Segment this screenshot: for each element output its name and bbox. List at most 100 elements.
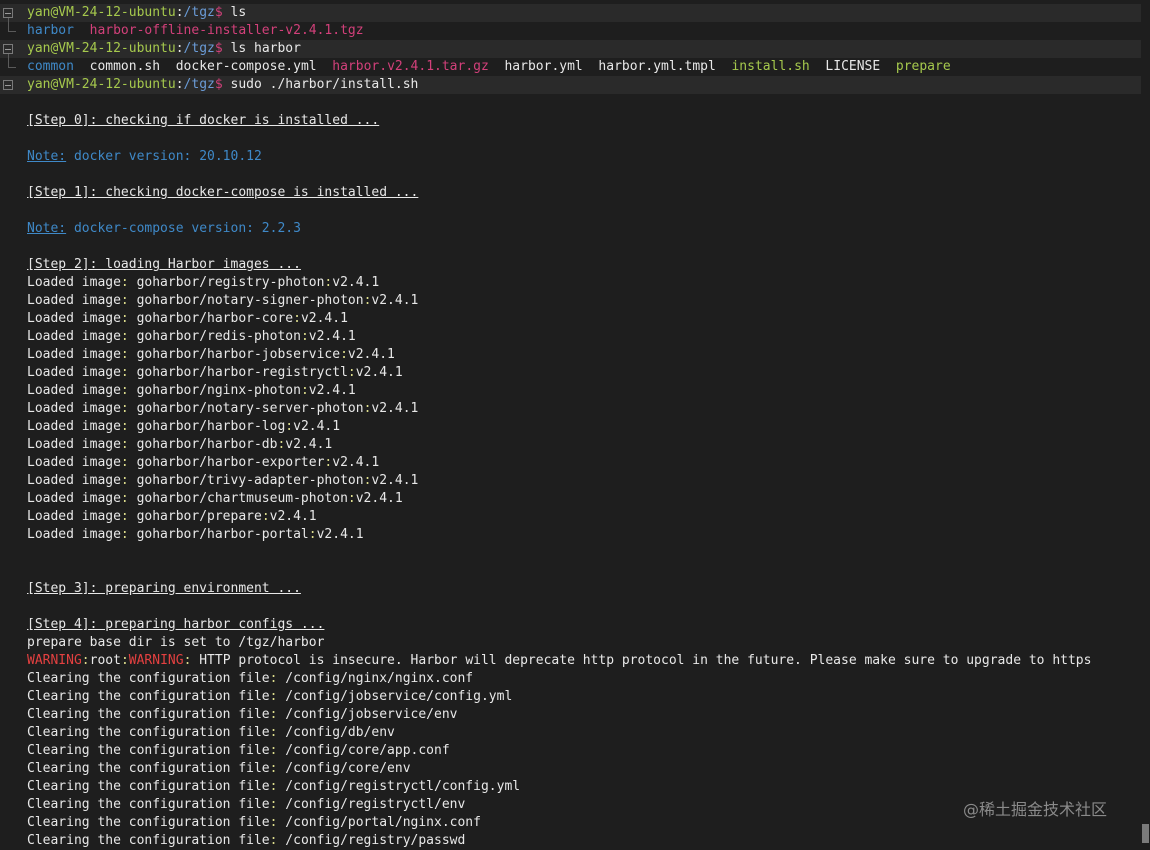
loaded-image-tag: v2.4.1 — [285, 437, 333, 452]
prompt-colon: : — [175, 77, 184, 92]
loaded-image-name: goharbor/notary-server-photon — [128, 401, 364, 416]
ls-output: common common.sh docker-compose.yml harb… — [27, 58, 951, 76]
loaded-image-line: Loaded image: goharbor/harbor-core:v2.4.… — [27, 310, 348, 328]
note-text: docker version: 20.10.12 — [66, 149, 262, 164]
loaded-image-tag: v2.4.1 — [371, 401, 419, 416]
loaded-image-tag: v2.4.1 — [308, 383, 356, 398]
warning-message: HTTP protocol is insecure. Harbor will d… — [191, 653, 1092, 668]
loaded-image-name: goharbor/registry-photon — [128, 275, 325, 290]
prompt-dollar: $ — [214, 5, 223, 20]
ls-entry: docker-compose.yml — [175, 59, 317, 74]
loaded-prefix: Loaded image — [27, 527, 121, 542]
loaded-image-line: Loaded image: goharbor/harbor-exporter:v… — [27, 454, 379, 472]
note-text: docker-compose version: 2.2.3 — [66, 221, 301, 236]
loaded-image-line: Loaded image: goharbor/notary-signer-pho… — [27, 292, 418, 310]
clearing-prefix: Clearing the configuration file — [27, 815, 270, 830]
loaded-image-tag: v2.4.1 — [269, 509, 317, 524]
loaded-sep: : — [120, 383, 129, 398]
loaded-sep: : — [347, 491, 356, 506]
loaded-image-name: goharbor/chartmuseum-photon — [128, 491, 348, 506]
ls-output: harbor harbor-offline-installer-v2.4.1.t… — [27, 22, 364, 40]
warning-level: WARNING — [128, 653, 184, 668]
loaded-image-tag: v2.4.1 — [308, 329, 356, 344]
prompt-user-host: yan@VM-24-12-ubuntu — [27, 77, 176, 92]
loaded-image-line: Loaded image: goharbor/trivy-adapter-pho… — [27, 472, 418, 490]
note-label: Note: — [27, 221, 67, 236]
loaded-prefix: Loaded image — [27, 437, 121, 452]
scrollbar-thumb[interactable] — [1142, 824, 1149, 843]
clearing-line: Clearing the configuration file: /config… — [27, 724, 395, 742]
prepare-base-line: prepare base dir is set to /tgz/harbor — [27, 634, 324, 652]
loaded-image-name: goharbor/harbor-db — [128, 437, 278, 452]
loaded-image-name: goharbor/trivy-adapter-photon — [128, 473, 364, 488]
loaded-image-line: Loaded image: goharbor/harbor-registryct… — [27, 364, 403, 382]
loaded-image-name: goharbor/notary-signer-photon — [128, 293, 364, 308]
clearing-line: Clearing the configuration file: /config… — [27, 742, 450, 760]
clearing-prefix: Clearing the configuration file — [27, 833, 270, 848]
loaded-sep: : — [120, 491, 129, 506]
ls-entry: harbor.v2.4.1.tar.gz — [332, 59, 489, 74]
loaded-sep: : — [120, 455, 129, 470]
loaded-image-name: goharbor/harbor-log — [128, 419, 286, 434]
loaded-sep: : — [300, 383, 309, 398]
fold-guide-end — [8, 67, 16, 68]
step-heading: [Step 0]: checking if docker is installe… — [27, 112, 379, 130]
fold-toggle-icon[interactable] — [3, 8, 13, 18]
loaded-sep: : — [120, 437, 129, 452]
loaded-prefix: Loaded image — [27, 311, 121, 326]
loaded-sep: : — [285, 419, 294, 434]
clearing-file: /config/jobservice/config.yml — [277, 689, 513, 704]
clearing-file: /config/jobservice/env — [277, 707, 458, 722]
loaded-prefix: Loaded image — [27, 293, 121, 308]
step-text: [Step 2]: loading Harbor images ... — [27, 257, 301, 272]
loaded-sep: : — [120, 347, 129, 362]
terminal-window[interactable]: yan@VM-24-12-ubuntu:/tgz$ ls harbor harbo… — [0, 0, 1150, 848]
fold-guide-end — [8, 31, 16, 32]
step-heading: [Step 2]: loading Harbor images ... — [27, 256, 301, 274]
loaded-prefix: Loaded image — [27, 401, 121, 416]
loaded-image-line: Loaded image: goharbor/nginx-photon:v2.4… — [27, 382, 356, 400]
fold-guide — [8, 18, 9, 32]
clearing-line: Clearing the configuration file: /config… — [27, 832, 465, 850]
watermark: @稀土掘金技术社区 — [963, 800, 1108, 819]
clearing-prefix: Clearing the configuration file — [27, 761, 270, 776]
step-text: [Step 1]: checking docker-compose is ins… — [27, 185, 419, 200]
fold-toggle-icon[interactable] — [3, 80, 13, 90]
note-line: Note: docker-compose version: 2.2.3 — [27, 220, 301, 238]
step-text: [Step 3]: preparing environment ... — [27, 581, 301, 596]
ls-entry: prepare — [895, 59, 951, 74]
clearing-prefix: Clearing the configuration file — [27, 725, 270, 740]
ls-entry: install.sh — [731, 59, 810, 74]
scrollbar-track[interactable] — [1141, 0, 1150, 843]
loaded-prefix: Loaded image — [27, 473, 121, 488]
clearing-prefix: Clearing the configuration file — [27, 671, 270, 686]
loaded-image-name: goharbor/redis-photon — [128, 329, 301, 344]
loaded-image-line: Loaded image: goharbor/prepare:v2.4.1 — [27, 508, 317, 526]
clearing-line: Clearing the configuration file: /config… — [27, 670, 473, 688]
ls-entry: harbor-offline-installer-v2.4.1.tgz — [89, 23, 364, 38]
loaded-sep: : — [120, 401, 129, 416]
fold-toggle-icon[interactable] — [3, 44, 13, 54]
loaded-image-tag: v2.4.1 — [355, 365, 403, 380]
loaded-image-name: goharbor/harbor-core — [128, 311, 294, 326]
warning-line: WARNING:root:WARNING: HTTP protocol is i… — [27, 652, 1091, 670]
warning-logger: root — [89, 653, 121, 668]
loaded-prefix: Loaded image — [27, 491, 121, 506]
step-heading: [Step 3]: preparing environment ... — [27, 580, 301, 598]
loaded-prefix: Loaded image — [27, 455, 121, 470]
warning-level: WARNING — [27, 653, 82, 668]
clearing-line: Clearing the configuration file: /config… — [27, 760, 411, 778]
clearing-prefix: Clearing the configuration file — [27, 779, 270, 794]
ls-entry: common.sh — [89, 59, 161, 74]
clearing-file: /config/core/app.conf — [277, 743, 450, 758]
clearing-prefix: Clearing the configuration file — [27, 743, 270, 758]
ls-entry: harbor.yml — [504, 59, 583, 74]
warning-sep: : — [120, 653, 129, 668]
ls-entry: common — [27, 59, 74, 74]
command-text: sudo ./harbor/install.sh — [222, 77, 419, 92]
loaded-image-line: Loaded image: goharbor/harbor-log:v2.4.1 — [27, 418, 340, 436]
command-text: ls — [222, 5, 247, 20]
prompt-user-host: yan@VM-24-12-ubuntu — [27, 5, 176, 20]
loaded-image-line: Loaded image: goharbor/chartmuseum-photo… — [27, 490, 403, 508]
loaded-image-line: Loaded image: goharbor/redis-photon:v2.4… — [27, 328, 356, 346]
